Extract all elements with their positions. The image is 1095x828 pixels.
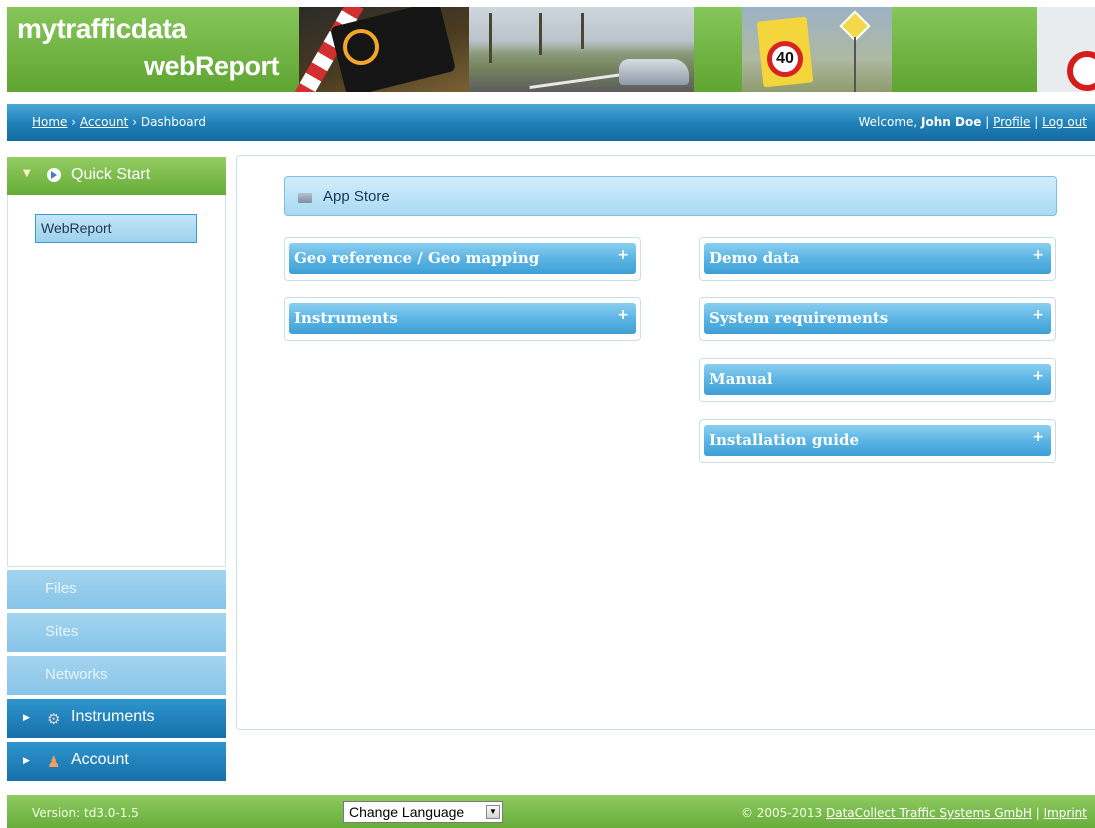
- zone-sign-photo: [1037, 7, 1095, 92]
- app-store-title: App Store: [323, 188, 390, 205]
- accordion-header[interactable]: Demo data +: [704, 243, 1051, 274]
- breadcrumb-account-link[interactable]: Account: [80, 115, 128, 129]
- sidebar-quick-start-header[interactable]: ▼ Quick Start: [7, 157, 226, 195]
- app-store-header: App Store: [284, 176, 1057, 216]
- section-system-requirements: System requirements +: [699, 297, 1056, 341]
- sidebar-section-label: Quick Start: [71, 166, 151, 183]
- profile-link[interactable]: Profile: [993, 115, 1030, 129]
- sidebar-item-label: Instruments: [71, 708, 155, 725]
- breadcrumb-separator: ›: [71, 115, 77, 129]
- sidebar-item-instruments[interactable]: ▶ ⚙ Instruments: [7, 699, 226, 738]
- gear-icon: ⚙: [47, 711, 61, 728]
- section-title: Demo data: [709, 249, 800, 267]
- header-banner: mytrafficdata webReport 40: [7, 7, 1095, 92]
- language-select[interactable]: Change Language ▼: [343, 801, 503, 823]
- divider: |: [1034, 115, 1039, 129]
- accordion-header[interactable]: Installation guide +: [704, 425, 1051, 456]
- user-welcome: Welcome, John Doe | Profile | Log out: [859, 115, 1088, 129]
- section-title: Geo reference / Geo mapping: [294, 249, 540, 267]
- section-geo-reference: Geo reference / Geo mapping +: [284, 237, 641, 281]
- section-title: Instruments: [294, 309, 398, 327]
- expanded-arrow-icon: ▼: [23, 168, 31, 179]
- logout-link[interactable]: Log out: [1042, 115, 1087, 129]
- breadcrumb-current: Dashboard: [140, 115, 206, 129]
- logo-text-secondary: webReport: [144, 51, 280, 81]
- section-manual: Manual +: [699, 358, 1056, 402]
- sidebar-item-networks[interactable]: Networks: [7, 656, 226, 695]
- expand-plus-icon[interactable]: +: [1032, 429, 1044, 445]
- divider: |: [985, 115, 990, 129]
- accordion-header[interactable]: Manual +: [704, 364, 1051, 395]
- sidebar-item-files[interactable]: Files: [7, 570, 226, 609]
- language-select-value: Change Language: [349, 804, 465, 820]
- accordion-header[interactable]: Instruments +: [289, 303, 636, 334]
- footer-bar: Version: td3.0-1.5 Change Language ▼ © 2…: [7, 795, 1095, 828]
- imprint-link[interactable]: Imprint: [1044, 806, 1087, 820]
- collapsed-arrow-icon: ▶: [23, 712, 30, 722]
- play-circle-icon: [47, 168, 61, 182]
- copyright: © 2005-2013 DataCollect Traffic Systems …: [741, 806, 1087, 820]
- sidebar-item-webreport[interactable]: WebReport: [35, 214, 197, 243]
- breadcrumb: Home › Account › Dashboard: [32, 115, 206, 129]
- section-title: System requirements: [709, 309, 889, 327]
- speed-limit-sign-photo: 40: [742, 7, 892, 92]
- divider: |: [1035, 806, 1040, 820]
- user-name: John Doe: [921, 115, 982, 129]
- quick-start-panel: WebReport: [7, 195, 226, 567]
- logo-text-primary: mytrafficdata: [17, 13, 187, 44]
- breadcrumb-home-link[interactable]: Home: [32, 115, 67, 129]
- breadcrumb-bar: Home › Account › Dashboard Welcome, John…: [7, 104, 1095, 141]
- company-link[interactable]: DataCollect Traffic Systems GmbH: [826, 806, 1032, 820]
- speed-display-photo: [292, 7, 469, 92]
- chevron-down-icon[interactable]: ▼: [486, 805, 500, 819]
- collapsed-arrow-icon: ▶: [23, 755, 30, 765]
- sidebar-item-account[interactable]: ▶ ♟ Account: [7, 742, 226, 781]
- expand-plus-icon[interactable]: +: [1032, 307, 1044, 323]
- version-label: Version: td3.0-1.5: [32, 806, 139, 820]
- expand-plus-icon[interactable]: +: [1032, 247, 1044, 263]
- copyright-text: © 2005-2013: [740, 806, 823, 820]
- expand-plus-icon[interactable]: +: [617, 247, 629, 263]
- sidebar-item-sites[interactable]: Sites: [7, 613, 226, 652]
- breadcrumb-separator: ›: [132, 115, 137, 129]
- section-installation-guide: Installation guide +: [699, 419, 1056, 463]
- user-icon: ♟: [47, 754, 61, 771]
- section-demo-data: Demo data +: [699, 237, 1056, 281]
- expand-plus-icon[interactable]: +: [617, 307, 629, 323]
- welcome-text: Welcome,: [858, 115, 918, 129]
- store-icon: [298, 193, 312, 203]
- sidebar-item-label: Account: [71, 751, 129, 768]
- section-title: Manual: [709, 370, 773, 388]
- accordion-header[interactable]: System requirements +: [704, 303, 1051, 334]
- expand-plus-icon[interactable]: +: [1032, 368, 1044, 384]
- accordion-header[interactable]: Geo reference / Geo mapping +: [289, 243, 636, 274]
- section-title: Installation guide: [709, 431, 860, 449]
- road-car-photo: [469, 7, 694, 92]
- section-instruments: Instruments +: [284, 297, 641, 341]
